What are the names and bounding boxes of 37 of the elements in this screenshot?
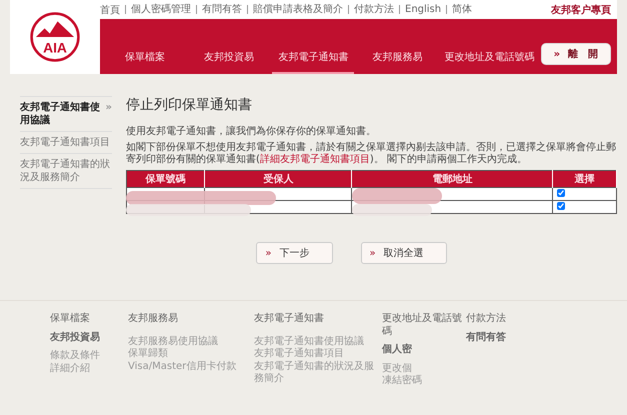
logout-button[interactable]: » 離 開 <box>540 42 612 64</box>
footer-heading[interactable]: 友邦投資易 <box>50 332 128 344</box>
nav-tab[interactable]: 保單檔案 <box>104 50 186 74</box>
footer-heading[interactable]: 保單檔案 <box>50 313 128 326</box>
action-button[interactable]: » 下一步 <box>256 242 332 264</box>
sidebar-item[interactable]: 友邦電子通知書的狀況及服務簡介 <box>20 154 112 189</box>
footer-heading[interactable]: 更改地址及電話號碼 <box>382 313 466 338</box>
select-checkbox[interactable] <box>557 189 566 198</box>
nav-tab[interactable]: 友邦電子通知書 <box>272 50 354 74</box>
column-header: 選擇 <box>552 170 616 187</box>
footer-heading[interactable]: 友邦電子通知書 <box>254 313 382 326</box>
top-nav-link[interactable]: English <box>399 5 442 14</box>
top-nav-link[interactable]: 付款方法 <box>348 5 394 14</box>
top-nav-link[interactable]: 個人密碼管理 <box>125 5 191 14</box>
nav-tab[interactable]: 友邦投資易 <box>188 50 270 74</box>
portal-title: 友邦客户專頁 <box>551 3 611 16</box>
nav-tab[interactable]: 更改地址及電話號碼 <box>440 50 539 74</box>
footer-heading[interactable]: 付款方法 <box>466 313 526 326</box>
logo: AIA <box>29 11 81 63</box>
top-nav-link[interactable]: 賠償申請表格及簡介 <box>247 5 343 14</box>
page-title: 停止列印保單通知書 <box>126 96 253 114</box>
body-text: 如閣下部份保單不想使用友邦電子通知書，請於有關之保單選擇內剔去該申請。否則，已選擇之保單將會停止郵寄列印部份有關的保單通知書(詳細友邦電子通知書項目)。 閣下的申請兩個工作天內完成。 <box>126 142 617 166</box>
sidebar-item[interactable]: 友邦電子通知書項目 <box>20 132 112 154</box>
footer-heading[interactable]: 個人密 <box>382 344 466 356</box>
select-checkbox[interactable] <box>557 202 566 210</box>
column-header: 保單號碼 <box>126 170 205 187</box>
sidebar-item[interactable]: 友邦電子通知書使用協議 » <box>20 97 112 132</box>
footer-heading[interactable]: 有問有答 <box>466 332 526 344</box>
top-nav-link[interactable]: 有問有答 <box>196 5 242 14</box>
nav-tab[interactable]: 友邦服務易 <box>356 50 439 74</box>
top-nav-link[interactable]: 首頁 <box>100 2 120 16</box>
body-text: 使用友邦電子通知書，讓我們為你保存你的保單通知書。 <box>126 126 377 138</box>
top-nav-link[interactable]: 简体 <box>446 5 472 14</box>
footer-heading[interactable]: 友邦服務易 <box>128 313 254 326</box>
action-button[interactable]: » 取消全選 <box>360 242 447 264</box>
column-header: 電郵地址 <box>352 170 553 187</box>
column-header: 受保人 <box>204 170 352 187</box>
